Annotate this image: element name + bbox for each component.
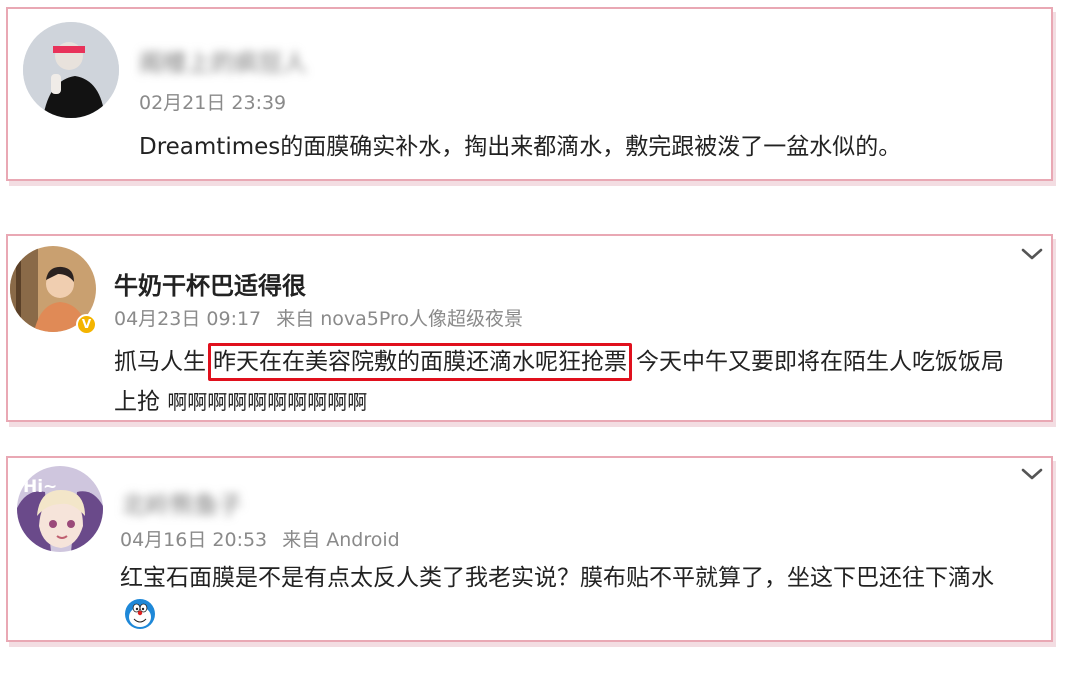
- comment-source: 来自 Android: [282, 529, 400, 551]
- comment-text: Dreamtimes的面膜确实补水，掏出来都滴水，敷完跟被泼了一盆水似的。: [139, 134, 902, 160]
- comment-text-line2-tail: 啊啊啊啊啊啊啊啊啊啊: [167, 390, 368, 414]
- comment-text: 抓马人生 昨天在在美容院敷的面膜还滴水呢狂抢票 今天中午又要即将在陌生人吃饭饭局: [114, 342, 1004, 381]
- verified-badge: V: [76, 314, 97, 335]
- comment-text-rest: 今天中午又要即将在陌生人吃饭饭局: [636, 349, 1004, 375]
- comment-text-line2-start: 上抢: [114, 389, 160, 415]
- comment-card-3: Hi~ 北岭熊鱼子 04月16日 20:53 来自 Android 红宝石面膜是…: [6, 456, 1053, 642]
- comment-meta: 04月16日 20:53 来自 Android: [120, 525, 409, 552]
- chevron-down-icon[interactable]: [1020, 462, 1044, 486]
- username[interactable]: 阁楼上的疯狂人: [139, 43, 307, 78]
- username[interactable]: 牛奶干杯巴适得很: [114, 266, 306, 301]
- chevron-down-icon[interactable]: [1020, 242, 1044, 266]
- avatar-text: Hi~: [23, 477, 57, 497]
- username[interactable]: 北岭熊鱼子: [122, 485, 242, 520]
- user-avatar[interactable]: Hi~: [17, 466, 103, 552]
- comment-date: 02月21日 23:39: [139, 92, 287, 114]
- comment-source: 来自 nova5Pro人像超级夜景: [276, 308, 524, 330]
- highlight-box: 昨天在在美容院敷的面膜还滴水呢狂抢票: [208, 343, 632, 381]
- comment-meta: 04月23日 09:17 来自 nova5Pro人像超级夜景: [114, 304, 532, 331]
- comment-text-start: 抓马人生: [114, 349, 206, 375]
- comment-card-1: 阁楼上的疯狂人 02月21日 23:39 Dreamtimes的面膜确实补水，掏…: [6, 7, 1053, 181]
- comment-date: 04月23日 09:17: [114, 308, 262, 330]
- user-avatar[interactable]: [23, 22, 119, 118]
- comment-date: 04月16日 20:53: [120, 529, 268, 551]
- doraemon-emoji-icon: [125, 599, 155, 629]
- comment-text-line2: 上抢 啊啊啊啊啊啊啊啊啊啊: [114, 382, 367, 416]
- comment-meta: 02月21日 23:39: [139, 88, 295, 115]
- comment-text: 红宝石面膜是不是有点太反人类了我老实说？膜布贴不平就算了，坐这下巴还往下滴水: [120, 565, 994, 591]
- comment-card-2: V 牛奶干杯巴适得很 04月23日 09:17 来自 nova5Pro人像超级夜…: [6, 234, 1053, 422]
